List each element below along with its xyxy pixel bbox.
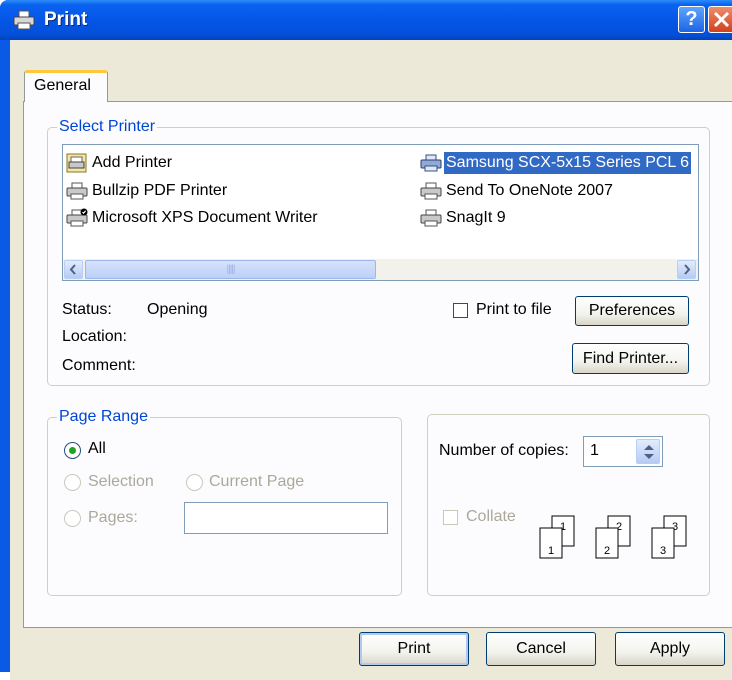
print-to-file-label[interactable]: Print to file	[476, 301, 552, 319]
tab-general[interactable]: General	[24, 70, 108, 102]
location-label: Location:	[62, 328, 127, 345]
printer-item-label: Samsung SCX-5x15 Series PCL 6	[444, 152, 692, 174]
close-button[interactable]	[708, 6, 732, 33]
copies-stepper[interactable]: 1	[583, 436, 663, 467]
apply-button[interactable]: Apply	[615, 632, 725, 666]
all-radio[interactable]	[64, 442, 81, 459]
collate-label[interactable]: Collate	[466, 508, 516, 526]
close-icon	[713, 11, 730, 28]
svg-text:3: 3	[660, 545, 666, 557]
scroll-left-button[interactable]	[64, 260, 83, 279]
find-printer-button[interactable]: Find Printer...	[572, 343, 689, 374]
printer-item-label: Microsoft XPS Document Writer	[92, 209, 318, 226]
copies-spin-buttons[interactable]	[636, 439, 660, 464]
horizontal-scrollbar[interactable]: |||||	[63, 259, 698, 280]
printer-icon	[420, 209, 442, 227]
collate-pages-icon: 1 1 2 2 3 3	[539, 515, 687, 559]
select-printer-legend: Select Printer	[59, 118, 156, 135]
selection-radio[interactable]	[64, 474, 81, 491]
printer-list[interactable]: Add Printer Bullzip PDF Printer Microsof…	[62, 144, 699, 281]
number-of-copies-label: Number of copies:	[439, 442, 569, 459]
print-button[interactable]: Print	[359, 632, 469, 666]
comment-label: Comment:	[62, 357, 136, 374]
preferences-button[interactable]: Preferences	[575, 296, 689, 326]
svg-text:1: 1	[548, 545, 554, 557]
printer-icon	[420, 182, 442, 200]
add-printer-icon	[66, 153, 87, 173]
help-icon: ?	[685, 8, 698, 30]
window-title: Print	[44, 9, 88, 30]
printer-item-label: Add Printer	[92, 154, 173, 171]
printer-icon	[420, 154, 442, 172]
printer-icon	[66, 182, 88, 200]
scroll-right-button[interactable]	[677, 260, 696, 279]
printer-icon	[66, 208, 88, 227]
pages-input[interactable]	[184, 502, 388, 534]
page-range-legend: Page Range	[59, 408, 148, 425]
cancel-button[interactable]: Cancel	[486, 632, 596, 666]
svg-text:2: 2	[604, 545, 610, 557]
printer-icon	[13, 10, 35, 30]
printer-item-label: Send To OneNote 2007	[446, 182, 613, 199]
scroll-thumb[interactable]: |||||	[85, 260, 376, 279]
printer-item-label: Bullzip PDF Printer	[92, 182, 228, 199]
pages-radio[interactable]	[64, 510, 81, 527]
status-value: Opening	[147, 301, 208, 318]
copies-value: 1	[590, 442, 599, 459]
all-label[interactable]: All	[88, 440, 106, 458]
title-bar[interactable]: Print ?	[0, 0, 732, 40]
selection-label[interactable]: Selection	[88, 473, 154, 491]
collate-checkbox[interactable]	[443, 510, 458, 525]
pages-label[interactable]: Pages:	[88, 509, 138, 527]
arrow-up-icon[interactable]	[643, 443, 655, 451]
printer-item-label: SnagIt 9	[446, 209, 506, 226]
chevron-right-icon	[684, 264, 691, 275]
chevron-left-icon	[69, 264, 76, 275]
arrow-down-icon[interactable]	[643, 453, 655, 461]
status-label: Status:	[62, 301, 112, 318]
current-page-radio[interactable]	[186, 474, 203, 491]
current-page-label[interactable]: Current Page	[209, 473, 304, 491]
help-button[interactable]: ?	[678, 6, 705, 33]
print-to-file-checkbox[interactable]	[453, 303, 468, 318]
